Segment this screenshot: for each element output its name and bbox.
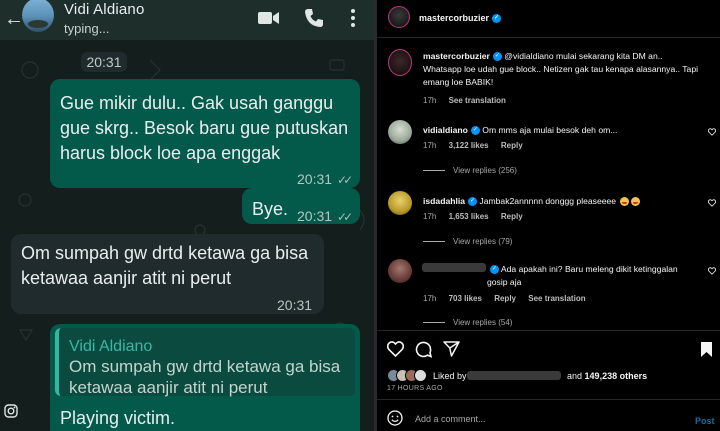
comment-avatar[interactable] [388, 120, 412, 144]
post-author-avatar[interactable] [388, 6, 410, 28]
comment-text: isdadahlia ✓ Jambak2annnnn donggg pleasee… [423, 195, 703, 208]
reply-button[interactable]: Reply [501, 141, 523, 150]
comment-avatar[interactable] [388, 259, 412, 283]
add-comment-input[interactable] [415, 414, 675, 424]
phone-call-icon[interactable] [304, 8, 324, 28]
save-bookmark-icon[interactable] [700, 341, 713, 358]
liker-avatar [414, 369, 427, 382]
comment-likes[interactable]: 1,653 likes [449, 212, 489, 221]
post-author-username[interactable]: mastercorbuzier ✓ [419, 13, 502, 24]
whatsapp-chat-panel: ← Vidi Aldiano typing... 20:31 Gue mikir… [0, 0, 374, 431]
comment-time: 17h [423, 212, 437, 221]
like-comment-heart-icon[interactable] [708, 128, 716, 136]
liked-by-row: Liked by and 149,238 others [387, 369, 717, 383]
share-paper-plane-icon[interactable] [443, 341, 460, 357]
divider [377, 399, 720, 400]
comment-time: 17h [423, 294, 437, 303]
typing-status: typing... [64, 21, 110, 36]
message-text: Gue mikir dulu.. Gak usah ganggu gue skr… [60, 93, 349, 163]
post-comment-button[interactable]: Post [695, 416, 715, 426]
back-arrow-icon[interactable]: ← [4, 8, 24, 30]
instagram-comments-panel: mastercorbuzier ✓ mastercorbuzier ✓ @vidia… [377, 0, 720, 431]
see-translation-link[interactable]: See translation [449, 96, 506, 105]
verified-badge-icon: ✓ [468, 197, 478, 207]
read-ticks-icon: ✓✓ [337, 210, 353, 224]
view-replies-link[interactable]: View replies (54) [423, 318, 512, 327]
comment-username[interactable]: vidialdiano [423, 125, 468, 135]
comment-body: Ada apakah ini? Baru meleng dikit keting… [487, 264, 678, 287]
comment-text: vidialdiano ✓ Om mms aja mulai besok deh … [423, 124, 703, 137]
chat-header: ← Vidi Aldiano typing... [0, 0, 374, 40]
message-time: 20:31 ✓✓ [297, 204, 353, 229]
comment-body: Jambak2annnnn donggg pleaseeee [479, 196, 617, 206]
liked-by-others[interactable]: and 149,238 others [567, 371, 647, 381]
see-translation-link[interactable]: See translation [528, 294, 585, 303]
like-comment-heart-icon[interactable] [708, 199, 716, 207]
caption-username[interactable]: mastercorbuzier [423, 51, 490, 61]
comment-text: ✓ Ada apakah ini? Baru meleng dikit keti… [487, 263, 687, 289]
post-time-ago: 17 HOURS AGO [387, 385, 443, 392]
more-options-icon[interactable] [344, 8, 362, 28]
quoted-message[interactable]: Vidi Aldiano Om sumpah gw drtd ketawa ga… [55, 328, 355, 397]
quoted-text: Om sumpah gw drtd ketawa ga bisa ketawaa… [69, 357, 341, 397]
message-text: Playing victim. [60, 408, 176, 428]
comment-likes[interactable]: 703 likes [449, 294, 482, 303]
emoji-icon [631, 197, 641, 207]
comment-bubble-icon[interactable] [415, 341, 432, 358]
instagram-watermark-icon [4, 404, 18, 418]
comment-meta: 17h 3,122 likes Reply [423, 141, 533, 150]
verified-badge-icon: ✓ [470, 126, 480, 136]
incoming-message[interactable]: Om sumpah gw drtd ketawa ga bisa ketawaa… [11, 234, 324, 314]
comment-meta: 17h 703 likes Reply See translation [423, 294, 596, 303]
message-time: 20:31 [277, 297, 313, 313]
reply-button[interactable]: Reply [501, 212, 523, 221]
caption-time: 17h [423, 96, 437, 105]
blurred-username [467, 371, 561, 380]
outgoing-message[interactable]: Gue mikir dulu.. Gak usah ganggu gue skr… [50, 79, 360, 188]
emoji-smile-icon[interactable] [387, 410, 403, 426]
verified-badge-icon: ✓ [492, 52, 502, 62]
caption-text: mastercorbuzier ✓ @vidialdiano mulai seka… [423, 50, 703, 89]
contact-name[interactable]: Vidi Aldiano [64, 1, 145, 18]
contact-avatar[interactable] [22, 0, 54, 32]
outgoing-message[interactable]: Bye. 20:31 ✓✓ [242, 188, 360, 224]
verified-badge-icon: ✓ [492, 14, 502, 24]
comment-time: 17h [423, 141, 437, 150]
comment-avatar[interactable] [388, 191, 412, 215]
emoji-icon [620, 197, 630, 207]
outgoing-reply-message[interactable]: Vidi Aldiano Om sumpah gw drtd ketawa ga… [50, 324, 360, 431]
liked-by-label: Liked by [433, 371, 467, 381]
caption-author-avatar[interactable] [388, 49, 412, 76]
caption-meta: 17h See translation [423, 96, 516, 105]
verified-badge-icon: ✓ [490, 265, 499, 275]
message-timestamp-chip: 20:31 [81, 52, 127, 72]
view-replies-link[interactable]: View replies (256) [423, 166, 517, 175]
like-heart-icon[interactable] [387, 341, 404, 357]
message-text: Om sumpah gw drtd ketawa ga bisa ketawaa… [21, 243, 309, 288]
divider [377, 37, 720, 38]
comment-username[interactable]: isdadahlia [423, 196, 465, 206]
view-replies-link[interactable]: View replies (79) [423, 237, 512, 246]
reply-button[interactable]: Reply [494, 294, 516, 303]
comment-body: Om mms aja mulai besok deh om... [482, 125, 618, 135]
message-text: Bye. [252, 199, 289, 219]
like-comment-heart-icon[interactable] [708, 267, 716, 275]
comment-likes[interactable]: 3,122 likes [449, 141, 489, 150]
blurred-username [422, 263, 486, 272]
post-action-bar [377, 330, 720, 370]
video-call-icon[interactable] [258, 10, 280, 26]
comment-meta: 17h 1,653 likes Reply [423, 212, 533, 221]
